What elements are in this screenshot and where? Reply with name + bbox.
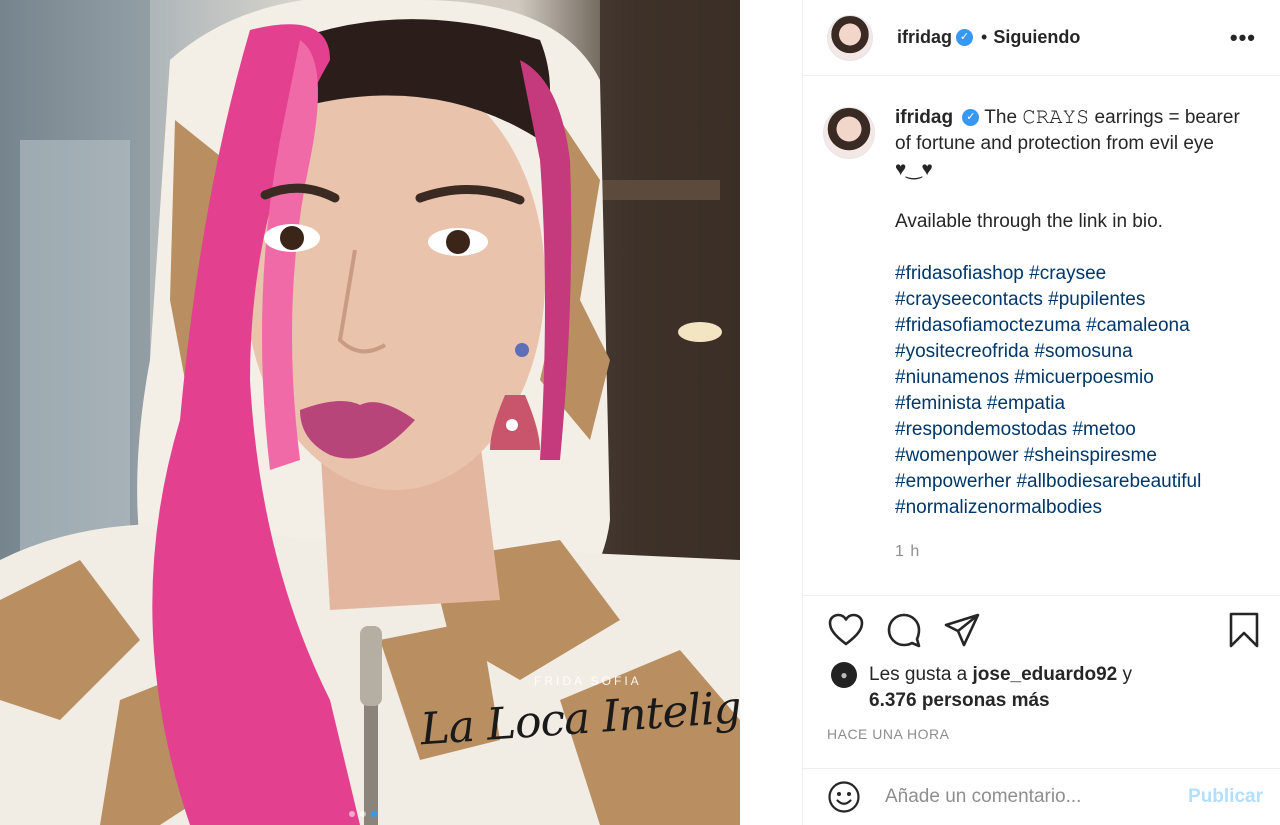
panel-gap	[740, 0, 802, 825]
liker-avatar[interactable]: ●	[831, 662, 857, 688]
post-photo[interactable]: FRIDA SOFIA La Loca Inteligente	[0, 0, 740, 825]
photo-brand-text: FRIDA SOFIA	[534, 674, 642, 688]
caption-avatar[interactable]	[823, 107, 875, 159]
likes-connector: y	[1117, 664, 1132, 685]
hashtag-link[interactable]: #normalizenormalbodies	[895, 497, 1102, 518]
hashtag-line: #womenpower #sheinspiresme	[895, 443, 1245, 469]
caption-text: ifridag ✓ The 𝙲𝚁𝙰𝚈𝚂 earrings = bearer of…	[895, 105, 1245, 565]
emoji-icon[interactable]	[827, 780, 861, 814]
hashtag-line: #fridasofiashop #craysee	[895, 261, 1245, 287]
bookmark-icon[interactable]	[1225, 611, 1263, 649]
hashtag-list: #fridasofiashop #craysee #crayseecontacts…	[895, 261, 1245, 521]
hashtag-link[interactable]: #fridasofiamoctezuma	[895, 315, 1081, 336]
caption-username[interactable]: ifridag	[895, 107, 953, 128]
hashtag-link[interactable]: #fridasofiashop	[895, 263, 1024, 284]
more-options-icon[interactable]: •••	[1230, 25, 1256, 51]
comment-input[interactable]	[885, 786, 1179, 808]
likes-summary: ● Les gusta a jose_eduardo92 y 6.376 per…	[831, 662, 1261, 714]
hashtag-link[interactable]: #respondemostodas	[895, 419, 1067, 440]
follow-status-button[interactable]: Siguiendo	[993, 27, 1080, 48]
caption-line-2: Available through the link in bio.	[895, 211, 1163, 232]
share-icon[interactable]	[943, 611, 981, 649]
publish-button[interactable]: Publicar	[1188, 786, 1263, 808]
hashtag-link[interactable]: #allbodiesarebeautiful	[1016, 471, 1201, 492]
likes-count-link[interactable]: 6.376 personas más	[869, 690, 1050, 711]
hashtag-line: #empowerher #allbodiesarebeautiful	[895, 469, 1245, 495]
hashtag-line: #normalizenormalbodies	[895, 495, 1245, 521]
hashtag-line: #crayseecontacts #pupilentes	[895, 287, 1245, 313]
carousel-dot	[349, 811, 355, 817]
hashtag-link[interactable]: #pupilentes	[1048, 289, 1145, 310]
hashtag-link[interactable]: #micuerpoesmio	[1014, 367, 1153, 388]
hashtag-link[interactable]: #yositecreofrida	[895, 341, 1029, 362]
hashtag-link[interactable]: #niunamenos	[895, 367, 1009, 388]
hashtag-line: #respondemostodas #metoo	[895, 417, 1245, 443]
hashtag-line: #yositecreofrida #somosuna	[895, 339, 1245, 365]
hashtag-line: #feminista #empatia	[895, 391, 1245, 417]
carousel-indicator	[349, 811, 377, 817]
caption-row: ifridag ✓ The 𝙲𝚁𝙰𝚈𝚂 earrings = bearer of…	[823, 105, 1261, 565]
header-separator: •	[981, 27, 988, 47]
comment-bar: Publicar	[803, 768, 1280, 825]
post-timestamp[interactable]: HACE UNA HORA	[827, 726, 949, 742]
hashtag-link[interactable]: #feminista	[895, 393, 982, 414]
hashtag-line: #niunamenos #micuerpoesmio	[895, 365, 1245, 391]
liker-username[interactable]: jose_eduardo92	[973, 664, 1118, 685]
verified-badge-icon: ✓	[962, 109, 980, 127]
hashtag-link[interactable]: #craysee	[1029, 263, 1106, 284]
action-bar	[827, 610, 1263, 650]
hashtag-link[interactable]: #sheinspiresme	[1024, 445, 1157, 466]
hashtag-link[interactable]: #empowerher	[895, 471, 1011, 492]
comment-icon[interactable]	[885, 611, 923, 649]
heart-icon[interactable]	[827, 611, 865, 649]
hashtag-link[interactable]: #empatia	[987, 393, 1065, 414]
post-header: ifridag ✓ • Siguiendo •••	[803, 0, 1280, 76]
likes-prefix: Les gusta a	[869, 664, 973, 685]
author-avatar[interactable]	[827, 14, 873, 61]
hashtag-link[interactable]: #metoo	[1072, 419, 1135, 440]
verified-badge-icon: ✓	[956, 29, 974, 46]
carousel-dot	[360, 811, 366, 817]
carousel-dot-active	[371, 811, 377, 817]
caption-time: 1 h	[895, 543, 921, 560]
hashtag-link[interactable]: #camaleona	[1086, 315, 1190, 336]
author-username[interactable]: ifridag	[897, 27, 952, 48]
hashtag-link[interactable]: #crayseecontacts	[895, 289, 1043, 310]
hashtag-link[interactable]: #womenpower	[895, 445, 1019, 466]
post-info-panel: ifridag ✓ • Siguiendo ••• ifridag ✓ The …	[802, 0, 1280, 825]
likes-text: Les gusta a jose_eduardo92 y 6.376 perso…	[869, 662, 1132, 714]
caption-section: ifridag ✓ The 𝙲𝚁𝙰𝚈𝚂 earrings = bearer of…	[803, 77, 1280, 596]
hashtag-link[interactable]: #somosuna	[1034, 341, 1132, 362]
hashtag-line: #fridasofiamoctezuma #camaleona	[895, 313, 1245, 339]
